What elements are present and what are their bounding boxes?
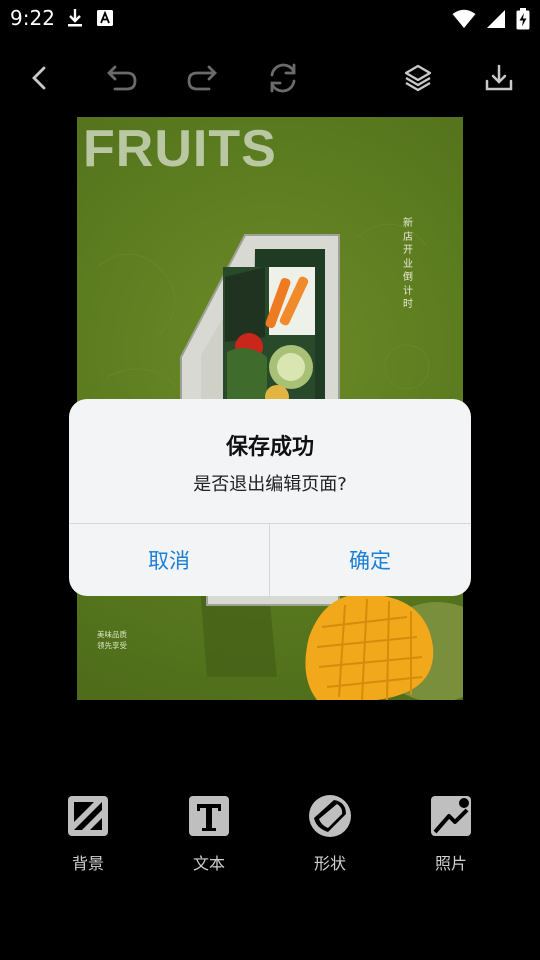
status-left-icons [66,8,114,28]
shape-icon [309,795,351,837]
editor-toolbar [0,56,540,100]
poster-small-text: 美味品质 领先享受 [97,629,127,651]
confirm-button[interactable]: 确定 [270,524,470,596]
layers-button[interactable] [396,56,440,100]
back-button[interactable] [18,56,62,100]
status-right-icons [452,8,530,30]
tool-shape[interactable]: 形状 [280,792,380,874]
food-photo [223,267,315,409]
download-icon [68,9,82,27]
back-icon [32,66,46,90]
tool-background[interactable]: 背景 [38,792,138,874]
save-button[interactable] [477,56,521,100]
dialog-message: 是否退出编辑页面? [193,474,347,495]
tool-photo-label: 照片 [434,854,467,873]
battery-charging-icon [516,8,530,30]
wifi-icon [452,9,476,28]
text-a-icon [97,10,113,26]
mango-image [305,593,463,700]
tool-shape-label: 形状 [313,854,346,873]
poster-small-line-2: 领先享受 [97,641,127,650]
text-icon [189,796,229,836]
redo-button[interactable] [180,56,224,100]
signal-icon [487,10,505,28]
undo-icon [107,65,137,91]
dialog-title: 保存成功 [225,435,314,460]
save-download-icon [485,64,513,91]
poster-small-line-1: 美味品质 [97,630,127,639]
tool-text-label: 文本 [192,854,225,873]
layers-icon [404,64,432,92]
status-bar: 9:22 [0,0,540,38]
redo-icon [187,65,217,91]
tool-photo[interactable]: 照片 [401,792,501,874]
bottom-tool-bar: 背景 文本 形状 照片 [0,792,540,874]
reset-button[interactable] [261,56,305,100]
poster-title: FRUITS [83,120,277,178]
tool-background-label: 背景 [71,854,104,873]
poster-vertical-text: 新店开业倒计时 [403,218,413,310]
save-success-dialog: 保存成功 是否退出编辑页面? 取消 确定 [69,399,471,596]
tool-text[interactable]: 文本 [159,792,259,874]
status-time: 9:22 [10,6,55,30]
reset-icon [270,63,296,93]
cancel-button[interactable]: 取消 [69,524,269,596]
background-icon [68,796,108,836]
undo-button[interactable] [100,56,144,100]
photo-icon [431,796,471,836]
